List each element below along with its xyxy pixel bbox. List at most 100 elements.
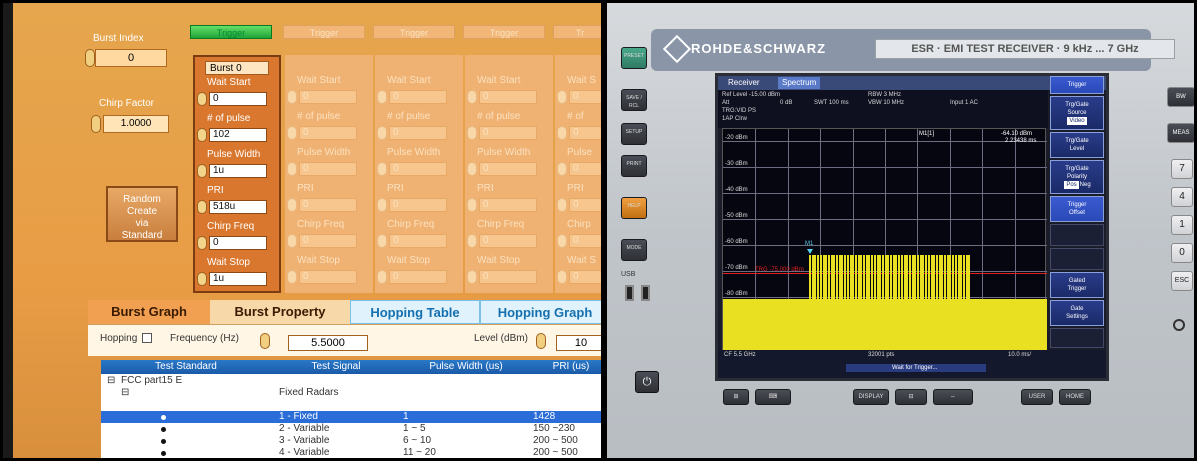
pulse-width-field[interactable]: 0: [299, 162, 357, 176]
header-pulse-width[interactable]: Pulse Width (us): [401, 360, 531, 374]
level-field[interactable]: 10: [556, 335, 601, 351]
pri-spinner[interactable]: [197, 200, 207, 214]
num-pulse-field[interactable]: 0: [569, 126, 601, 140]
setup-button[interactable]: SETUP: [621, 123, 647, 145]
wait-start-spinner[interactable]: [467, 90, 477, 104]
softkey-empty-3[interactable]: [1050, 328, 1104, 348]
trigger-tab-3[interactable]: Trigger: [373, 25, 455, 39]
chirp-freq-spinner[interactable]: [197, 236, 207, 250]
pri-field[interactable]: 518u: [209, 200, 267, 214]
windows-key-icon[interactable]: ⊞: [723, 389, 749, 405]
wait-stop-field[interactable]: 0: [389, 270, 447, 284]
pulse-width-field[interactable]: 1u: [209, 164, 267, 178]
tab-hopping-table[interactable]: Hopping Table: [350, 300, 480, 324]
pulse-width-spinner[interactable]: [287, 162, 297, 176]
marker-icon[interactable]: [807, 249, 813, 254]
table-row[interactable]: 4 - Variable 11 ~ 20 200 ~ 500: [101, 447, 601, 458]
wait-stop-field[interactable]: 0: [299, 270, 357, 284]
keypad-0[interactable]: 0: [1171, 243, 1193, 263]
chirp-freq-field[interactable]: 0: [389, 234, 447, 248]
wait-start-field[interactable]: 0: [479, 90, 537, 104]
help-button[interactable]: HELP: [621, 197, 647, 219]
pri-spinner[interactable]: [287, 198, 297, 212]
chirp-factor-field[interactable]: 1.0000: [103, 115, 169, 133]
tab-burst-property[interactable]: Burst Property: [210, 300, 350, 324]
keypad-meas-button[interactable]: MEAS: [1167, 123, 1194, 143]
wait-start-field[interactable]: 0: [389, 90, 447, 104]
num-pulse-field[interactable]: 0: [299, 126, 357, 140]
wait-stop-spinner[interactable]: [377, 270, 387, 284]
table-row[interactable]: 3 - Variable 6 ~ 10 200 ~ 500: [101, 435, 601, 447]
num-pulse-spinner[interactable]: [557, 126, 567, 140]
frequency-spinner[interactable]: [260, 333, 270, 349]
tab-hopping-graph[interactable]: Hopping Graph: [480, 300, 601, 324]
preset-button[interactable]: PRESET: [621, 47, 647, 69]
header-pri[interactable]: PRI (us): [531, 360, 601, 374]
wait-stop-field[interactable]: 0: [479, 270, 537, 284]
header-test-signal[interactable]: Test Signal: [271, 360, 401, 374]
softkey-empty-1[interactable]: [1050, 224, 1104, 246]
mode-button[interactable]: MODE: [621, 239, 647, 261]
pulse-width-field[interactable]: 0: [569, 162, 601, 176]
pulse-width-field[interactable]: 0: [389, 162, 447, 176]
num-pulse-field[interactable]: 0: [389, 126, 447, 140]
random-create-button[interactable]: Random Create via Standard: [106, 186, 178, 242]
trigger-tab-4[interactable]: Trigger: [463, 25, 545, 39]
chirp-factor-spinner[interactable]: [91, 115, 101, 133]
pri-field[interactable]: 0: [569, 198, 601, 212]
wait-start-spinner[interactable]: [287, 90, 297, 104]
chirp-freq-spinner[interactable]: [557, 234, 567, 248]
tab-burst-graph[interactable]: Burst Graph: [88, 300, 210, 324]
tree-row-group[interactable]: ⊟ Fixed Radars: [101, 387, 601, 399]
num-pulse-spinner[interactable]: [467, 126, 477, 140]
split-screen-icon[interactable]: ⊟: [895, 389, 927, 405]
keypad-4[interactable]: 4: [1171, 187, 1193, 207]
wait-stop-field[interactable]: 1u: [209, 272, 267, 286]
pulse-width-spinner[interactable]: [197, 164, 207, 178]
tree-row-standard[interactable]: ⊟ FCC part15 E: [101, 375, 601, 387]
num-pulse-spinner[interactable]: [287, 126, 297, 140]
chirp-freq-field[interactable]: 0: [479, 234, 537, 248]
num-pulse-spinner[interactable]: [197, 128, 207, 142]
header-test-standard[interactable]: Test Standard: [101, 360, 271, 374]
keypad-esc[interactable]: ESC: [1171, 271, 1193, 291]
softkey-gate-settings[interactable]: Gate Settings: [1050, 300, 1104, 326]
burst-index-field[interactable]: 0: [95, 49, 167, 67]
pri-field[interactable]: 0: [479, 198, 537, 212]
level-spinner[interactable]: [536, 333, 546, 349]
pri-field[interactable]: 0: [299, 198, 357, 212]
pulse-width-field[interactable]: 0: [479, 162, 537, 176]
power-button[interactable]: ⏻: [635, 371, 659, 393]
wait-stop-spinner[interactable]: [557, 270, 567, 284]
keypad-bw-button[interactable]: BW: [1167, 87, 1194, 107]
softkey-empty-2[interactable]: [1050, 248, 1104, 270]
softkey-gated-trigger[interactable]: Gated Trigger: [1050, 272, 1104, 298]
wait-stop-spinner[interactable]: [287, 270, 297, 284]
collapse-icon[interactable]: ⊟: [121, 387, 129, 399]
wait-start-field[interactable]: 0: [209, 92, 267, 106]
chirp-freq-field[interactable]: 0: [569, 234, 601, 248]
softkey-trigger-offset[interactable]: Trigger Offset: [1050, 196, 1104, 222]
keyboard-icon[interactable]: ⌨: [755, 389, 791, 405]
num-pulse-spinner[interactable]: [377, 126, 387, 140]
wait-stop-field[interactable]: 0: [569, 270, 601, 284]
wait-start-spinner[interactable]: [377, 90, 387, 104]
tab-receiver[interactable]: Receiver: [724, 77, 764, 89]
wait-start-field[interactable]: 0: [569, 90, 601, 104]
keypad-1[interactable]: 1: [1171, 215, 1193, 235]
pri-spinner[interactable]: [557, 198, 567, 212]
collapse-icon[interactable]: ⊟: [107, 375, 115, 387]
wait-stop-spinner[interactable]: [197, 272, 207, 286]
chirp-freq-spinner[interactable]: [467, 234, 477, 248]
softkey-trg-gate-level[interactable]: Trg/Gate Level: [1050, 132, 1104, 158]
print-button[interactable]: PRINT: [621, 155, 647, 177]
pulse-width-spinner[interactable]: [467, 162, 477, 176]
chirp-freq-field[interactable]: 0: [299, 234, 357, 248]
num-pulse-field[interactable]: 0: [479, 126, 537, 140]
display-button[interactable]: DISPLAY: [853, 389, 889, 405]
softkey-trg-gate-polarity[interactable]: Trg/Gate Polarity Pos Neg: [1050, 160, 1104, 194]
chirp-freq-spinner[interactable]: [377, 234, 387, 248]
pulse-width-spinner[interactable]: [557, 162, 567, 176]
trigger-tab-2[interactable]: Trigger: [283, 25, 365, 39]
wait-start-spinner[interactable]: [557, 90, 567, 104]
